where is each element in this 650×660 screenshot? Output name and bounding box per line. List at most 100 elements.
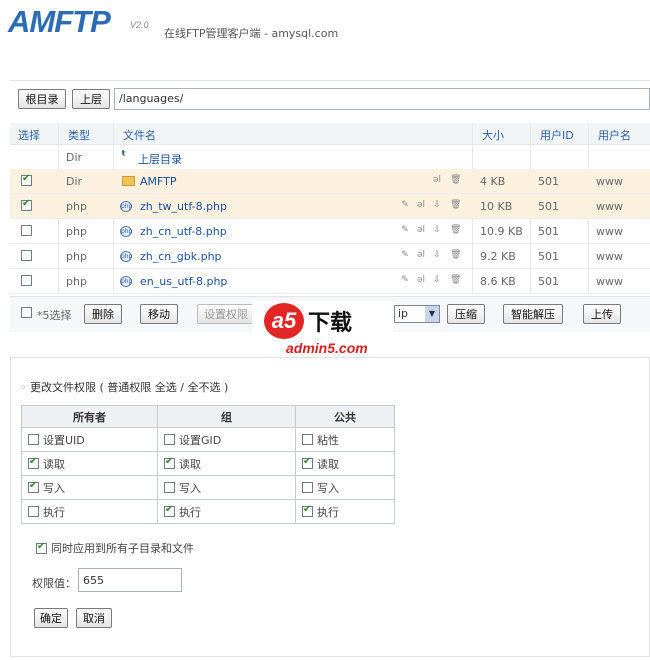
smart-extract-button[interactable]: 智能解压 (503, 304, 563, 324)
perm-option[interactable]: 设置GID (164, 432, 295, 448)
trash-icon[interactable]: 🗑 (450, 200, 461, 210)
perm-checkbox[interactable] (164, 434, 175, 445)
chmod-button[interactable]: 设置权限 (197, 304, 255, 324)
perm-checkbox[interactable] (302, 482, 313, 493)
move-button[interactable]: 移动 (140, 304, 178, 324)
file-uid: 501 (538, 225, 559, 238)
row-checkbox[interactable] (21, 225, 32, 236)
chmod-icon[interactable]: ǝl (416, 200, 426, 210)
row-checkbox[interactable] (21, 250, 32, 261)
trash-icon[interactable]: 🗑 (450, 225, 461, 235)
upload-button[interactable]: 上传 (583, 304, 621, 324)
row-checkbox[interactable] (21, 173, 32, 186)
perm-checkbox[interactable] (164, 456, 175, 469)
row-type: Dir (66, 175, 83, 188)
table-row[interactable]: php php en_us_utf-8.php ✎ ǝl ⇩ 🗑 8.6 KB … (10, 269, 650, 294)
chmod-icon[interactable]: ǝl (416, 225, 426, 235)
chmod-icon[interactable]: ǝl (416, 250, 426, 260)
download-icon[interactable]: ⇩ (432, 225, 442, 235)
perm-option[interactable]: 读取 (164, 456, 295, 472)
file-name-link[interactable]: AMFTP (140, 175, 177, 188)
php-file-icon: php (120, 201, 133, 212)
table-row[interactable]: Dir AMFTP ǝl 🗑 4 KB 501 www (10, 169, 650, 194)
perm-label: 粘性 (317, 433, 339, 447)
perm-option[interactable]: 写入 (28, 480, 157, 496)
download-icon[interactable]: ⇩ (432, 250, 442, 260)
perm-checkbox[interactable] (28, 506, 39, 517)
file-table-header: 选择 类型 文件名 大小 用户ID 用户名 (10, 123, 650, 145)
edit-icon[interactable]: ✎ (400, 225, 410, 235)
row-type: php (66, 200, 87, 213)
perm-checkbox[interactable] (302, 504, 313, 517)
col-name[interactable]: 文件名 (123, 127, 156, 143)
col-uid[interactable]: 用户ID (540, 127, 574, 143)
perm-checkbox[interactable] (28, 456, 39, 469)
perm-checkbox[interactable] (28, 434, 39, 445)
perm-option[interactable]: 执行 (164, 504, 295, 520)
table-row[interactable]: php php zh_cn_utf-8.php ✎ ǝl ⇩ 🗑 10.9 KB… (10, 219, 650, 244)
recursive-checkbox[interactable] (36, 541, 47, 554)
file-name-link[interactable]: zh_cn_utf-8.php (140, 225, 227, 238)
up-arrow-icon: ᵗ (121, 149, 127, 164)
table-row[interactable]: php php zh_cn_gbk.php ✎ ǝl ⇩ 🗑 9.2 KB 50… (10, 244, 650, 269)
download-icon[interactable]: ⇩ (432, 275, 442, 285)
chmod-icon[interactable]: ǝl (432, 175, 442, 185)
perm-option[interactable]: 粘性 (302, 432, 394, 448)
watermark-mark: a5 (264, 303, 304, 339)
file-user: www (596, 225, 623, 238)
edit-icon[interactable]: ✎ (400, 250, 410, 260)
bullet-icon: ◦ (20, 381, 27, 394)
perm-option[interactable]: 写入 (302, 480, 394, 496)
edit-icon[interactable]: ✎ (400, 200, 410, 210)
select-all-checkbox[interactable] (21, 307, 32, 318)
confirm-button[interactable]: 确定 (34, 608, 68, 628)
permissions-title-text[interactable]: 更改文件权限 ( 普通权限 全选 / 全不选 ) (30, 381, 228, 394)
perm-checkbox[interactable] (302, 456, 313, 469)
row-checkbox[interactable] (21, 275, 32, 286)
col-size[interactable]: 大小 (482, 127, 504, 143)
trash-icon[interactable]: 🗑 (450, 175, 461, 185)
edit-icon[interactable]: ✎ (400, 275, 410, 285)
col-user[interactable]: 用户名 (598, 127, 631, 143)
root-dir-button[interactable]: 根目录 (18, 89, 66, 109)
download-icon[interactable]: ⇩ (432, 200, 442, 210)
perm-checkbox[interactable] (164, 482, 175, 493)
compress-button[interactable]: 压缩 (447, 304, 485, 324)
recursive-option[interactable]: 同时应用到所有子目录和文件 (36, 540, 194, 556)
file-name-link[interactable]: en_us_utf-8.php (140, 275, 227, 288)
perm-label: 读取 (43, 457, 65, 471)
perm-label: 读取 (179, 457, 201, 471)
path-input[interactable]: /languages/ (114, 88, 650, 110)
perm-checkbox[interactable] (28, 480, 39, 493)
selected-count: *5选择 (37, 309, 72, 322)
col-type[interactable]: 类型 (68, 127, 90, 143)
file-name-link[interactable]: zh_tw_utf-8.php (140, 200, 227, 213)
perm-option[interactable]: 读取 (302, 456, 394, 472)
php-file-icon: php (120, 251, 133, 262)
trash-icon[interactable]: 🗑 (450, 250, 461, 260)
perm-checkbox[interactable] (302, 434, 313, 445)
perm-checkbox[interactable] (164, 504, 175, 517)
perm-option[interactable]: 写入 (164, 480, 295, 496)
perm-option[interactable]: 读取 (28, 456, 157, 472)
row-checkbox[interactable] (21, 198, 32, 211)
mode-input[interactable]: 655 (78, 568, 182, 592)
delete-button[interactable]: 删除 (84, 304, 122, 324)
row-type: php (66, 250, 87, 263)
version-label: V2.0 (130, 20, 149, 30)
chmod-icon[interactable]: ǝl (416, 275, 426, 285)
parent-dir-row[interactable]: Dir ᵗ 上层目录 (10, 146, 650, 171)
row-type: php (66, 275, 87, 288)
cancel-button[interactable]: 取消 (76, 608, 112, 628)
up-dir-button[interactable]: 上层 (72, 89, 110, 109)
file-uid: 501 (538, 175, 559, 188)
archive-format-select[interactable]: ip ▼ (394, 305, 440, 323)
trash-icon[interactable]: 🗑 (450, 275, 461, 285)
perm-option[interactable]: 执行 (302, 504, 394, 520)
table-row[interactable]: php php zh_tw_utf-8.php ✎ ǝl ⇩ 🗑 10 KB 5… (10, 194, 650, 219)
file-user: www (596, 275, 623, 288)
file-name-link[interactable]: zh_cn_gbk.php (140, 250, 222, 263)
perm-option[interactable]: 执行 (28, 504, 157, 520)
parent-dir-link[interactable]: 上层目录 (138, 151, 182, 167)
perm-option[interactable]: 设置UID (28, 432, 157, 448)
